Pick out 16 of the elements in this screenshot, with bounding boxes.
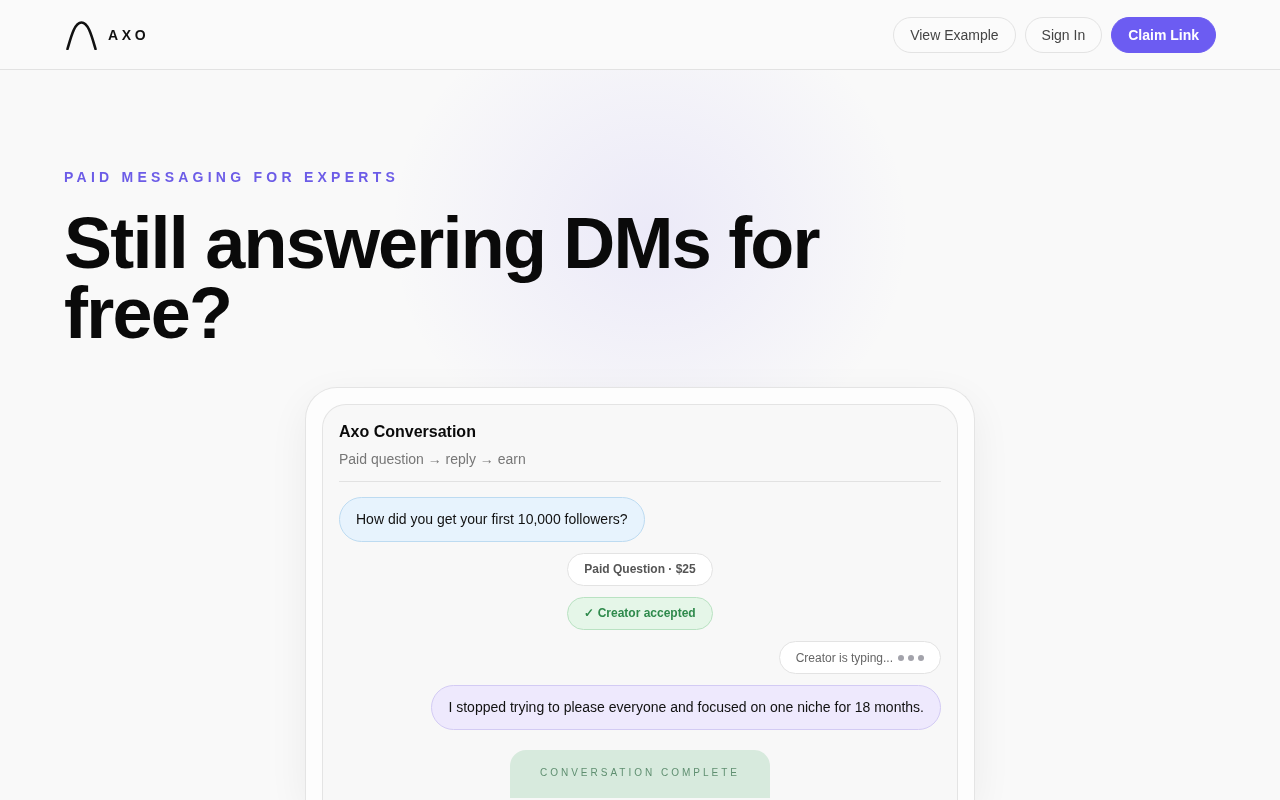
price-label: Paid Question · $25 [567,553,713,586]
question-bubble: How did you get your first 10,000 followers? [339,497,645,542]
headline: Still answering DMs for free? [64,208,821,348]
reply-bubble: I stopped trying to please everyone and focused on one niche for 18 months. [431,685,941,730]
conversation-subtitle: Paid question → reply → earn [339,450,526,469]
eyebrow-text: PAID MESSAGING FOR EXPERTS [64,168,400,187]
nav-button[interactable]: View Example [893,16,1016,53]
arch-logo-icon [66,20,97,50]
accepted-status: ✓ Creator accepted [567,597,713,630]
typing-text: Creator is typing... [795,650,893,665]
logo-text: AXO [108,26,150,43]
summary-label: CONVERSATION COMPLETE [539,766,741,780]
nav-button[interactable]: Sign In [1024,16,1103,53]
claim-button[interactable]: Claim Link [1111,16,1216,53]
conversation-title: Axo Conversation [339,422,476,442]
typing-dots-icon [898,654,924,661]
